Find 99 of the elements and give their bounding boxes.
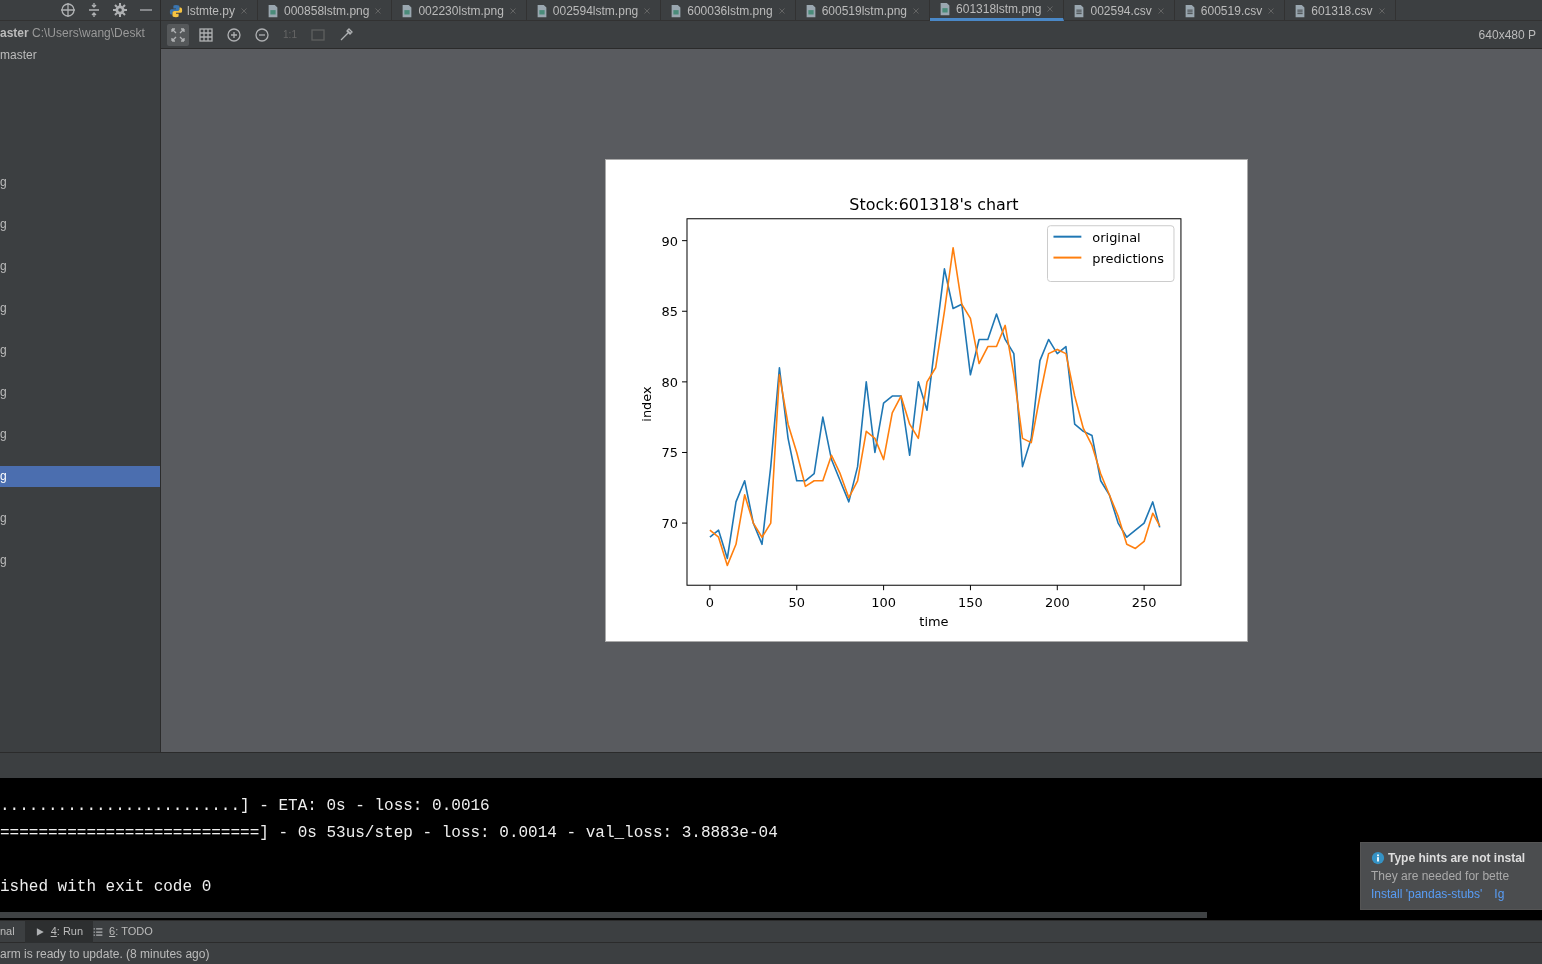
tree-item[interactable]: g	[0, 508, 160, 529]
fit-window-icon	[170, 26, 186, 43]
tick-label: 70	[661, 516, 679, 532]
tree-item[interactable]: g	[0, 214, 160, 235]
locate-icon[interactable]	[60, 2, 76, 18]
zoom-in-icon	[226, 26, 242, 43]
close-icon[interactable]	[507, 5, 518, 16]
tab-label: 000858lstm.png	[284, 2, 370, 20]
notification-link[interactable]: Ig	[1494, 885, 1505, 903]
close-icon[interactable]	[642, 5, 653, 16]
x-tick	[1056, 584, 1058, 591]
tick-label: 150	[958, 595, 983, 611]
tree-item[interactable]: g	[0, 298, 160, 319]
chart-title: Stock:601318's chart	[849, 194, 1019, 214]
x-tick	[969, 584, 971, 591]
notification-body: They are needed for bette	[1371, 868, 1511, 885]
eyedropper-icon	[338, 26, 354, 43]
close-icon[interactable]	[239, 5, 249, 16]
y-tick	[681, 381, 688, 383]
project-name: aster	[0, 26, 29, 40]
tick-label: 90	[661, 233, 679, 249]
x-tick	[1143, 584, 1145, 591]
tree-item[interactable]: g	[0, 550, 160, 571]
project-path: C:\Users\wang\Deskt	[32, 26, 145, 40]
y-tick	[681, 452, 688, 453]
tree-item[interactable]: g	[0, 172, 160, 193]
tree-item[interactable]: g	[0, 424, 160, 445]
image-size-label: 640x480 P	[1478, 26, 1536, 44]
editor-tab[interactable]: lstmte.py	[161, 0, 258, 21]
tool-window-tab[interactable]: 4: Run	[24, 920, 94, 943]
legend-label: predictions	[1092, 250, 1164, 266]
tree-item[interactable]: g	[0, 340, 160, 361]
tab-label: 600519.csv	[1200, 2, 1263, 20]
tab-label: 600519lstm.png	[821, 2, 908, 20]
tab-label: 002594.csv	[1090, 2, 1152, 20]
close-icon[interactable]	[776, 5, 787, 16]
tab-label: 601318.csv	[1311, 2, 1373, 20]
tick-label: 50	[788, 595, 805, 611]
branch-label: master	[0, 48, 37, 62]
tab-label: 002230lstm.png	[418, 2, 504, 20]
notification-link[interactable]: Install 'pandas-stubs'	[1371, 885, 1483, 903]
zoom-out-icon	[254, 26, 270, 43]
play-icon	[34, 926, 45, 937]
editor-tab[interactable]: 002594.csv	[1064, 0, 1175, 21]
tree-item[interactable]: g	[0, 466, 160, 487]
settings-icon[interactable]	[112, 2, 128, 18]
editor-tab[interactable]: 600519.csv	[1174, 0, 1286, 21]
editor-tab[interactable]: 000858lstm.png	[258, 0, 393, 21]
console-line: ished with exit code 0	[0, 877, 212, 898]
close-icon[interactable]	[1155, 5, 1166, 16]
python-file-icon	[169, 3, 183, 18]
grid-icon	[198, 26, 214, 43]
collapse-icon[interactable]	[86, 2, 102, 18]
axis-label: time	[919, 614, 949, 630]
legend-swatch	[1052, 256, 1083, 259]
tab-label: lstmte.py	[187, 2, 235, 20]
editor-tab[interactable]: 601318lstm.png	[930, 0, 1065, 21]
tab-label: 601318lstm.png	[956, 1, 1042, 18]
background-icon	[310, 26, 326, 43]
status-text: arm is ready to update. (8 minutes ago)	[0, 947, 210, 961]
legend-label: original	[1092, 229, 1141, 245]
tick-label: 80	[661, 374, 679, 390]
x-tick	[883, 584, 885, 591]
tick-label: 100	[871, 595, 896, 611]
y-tick	[681, 240, 688, 242]
editor-tab[interactable]: 600036lstm.png	[661, 0, 796, 21]
list-icon	[93, 926, 104, 937]
close-icon[interactable]	[1045, 4, 1056, 14]
tick-label: 0	[705, 595, 715, 611]
image-file-icon	[266, 3, 280, 18]
console-line: .........................] - ETA: 0s - loss: 0.0016	[0, 796, 490, 817]
console-line: ===========================] - 0s 53us/step - loss: 0.0014 - val_loss: 3.8883e-04	[0, 823, 778, 844]
scrollbar[interactable]	[0, 912, 1207, 918]
tool-window-tab[interactable]: nal	[0, 920, 25, 943]
y-tick	[681, 310, 688, 312]
close-icon[interactable]	[373, 5, 384, 16]
notification-title: Type hints are not instal	[1388, 850, 1526, 867]
fit-window-button[interactable]	[167, 23, 189, 46]
tree-item[interactable]: g	[0, 382, 160, 403]
editor-tab[interactable]: 002230lstm.png	[392, 0, 527, 21]
info-icon	[1371, 851, 1385, 865]
close-icon[interactable]	[911, 5, 922, 16]
tab-label: 002594lstm.png	[552, 2, 639, 20]
legend-swatch	[1052, 235, 1083, 238]
tree-item[interactable]: g	[0, 256, 160, 277]
tool-window-tab[interactable]: 6: TODO	[93, 920, 163, 943]
editor-tab[interactable]: 002594lstm.png	[526, 0, 662, 21]
close-icon[interactable]	[1266, 5, 1277, 16]
axis-label: index	[639, 386, 655, 422]
tab-label: 600036lstm.png	[687, 2, 773, 20]
tick-label: 250	[1131, 595, 1157, 611]
tick-label: 200	[1044, 595, 1070, 611]
x-tick	[709, 584, 711, 591]
close-icon[interactable]	[1376, 5, 1387, 16]
y-tick	[681, 522, 688, 524]
x-tick	[796, 584, 798, 591]
tick-label: 75	[661, 445, 679, 461]
editor-tab[interactable]: 601318.csv	[1285, 0, 1396, 21]
tick-label: 85	[661, 304, 679, 320]
